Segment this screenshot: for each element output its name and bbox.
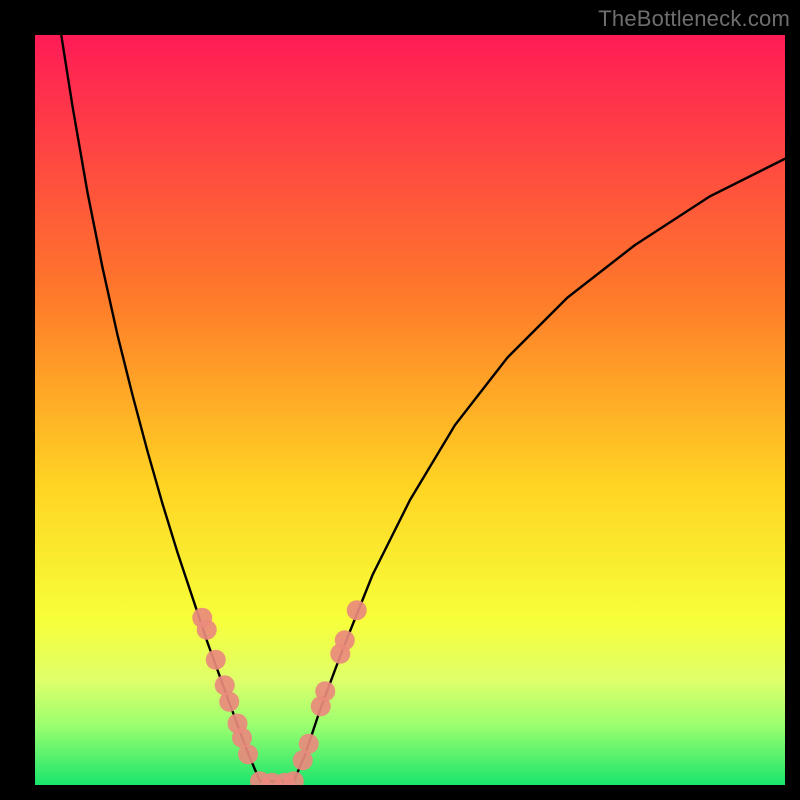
chart-area	[35, 35, 785, 785]
marker-left-cluster-7	[238, 744, 258, 764]
chart-svg	[35, 35, 785, 785]
marker-right-cluster-3	[315, 681, 335, 701]
watermark-text: TheBottleneck.com	[598, 6, 790, 32]
marker-right-cluster-1	[299, 734, 319, 754]
frame: TheBottleneck.com	[0, 0, 800, 800]
gradient-background	[35, 35, 785, 785]
marker-left-cluster-4	[219, 692, 239, 712]
marker-right-cluster-5	[335, 630, 355, 650]
marker-left-cluster-1	[197, 620, 217, 640]
marker-right-cluster-6	[347, 600, 367, 620]
marker-left-cluster-2	[206, 650, 226, 670]
